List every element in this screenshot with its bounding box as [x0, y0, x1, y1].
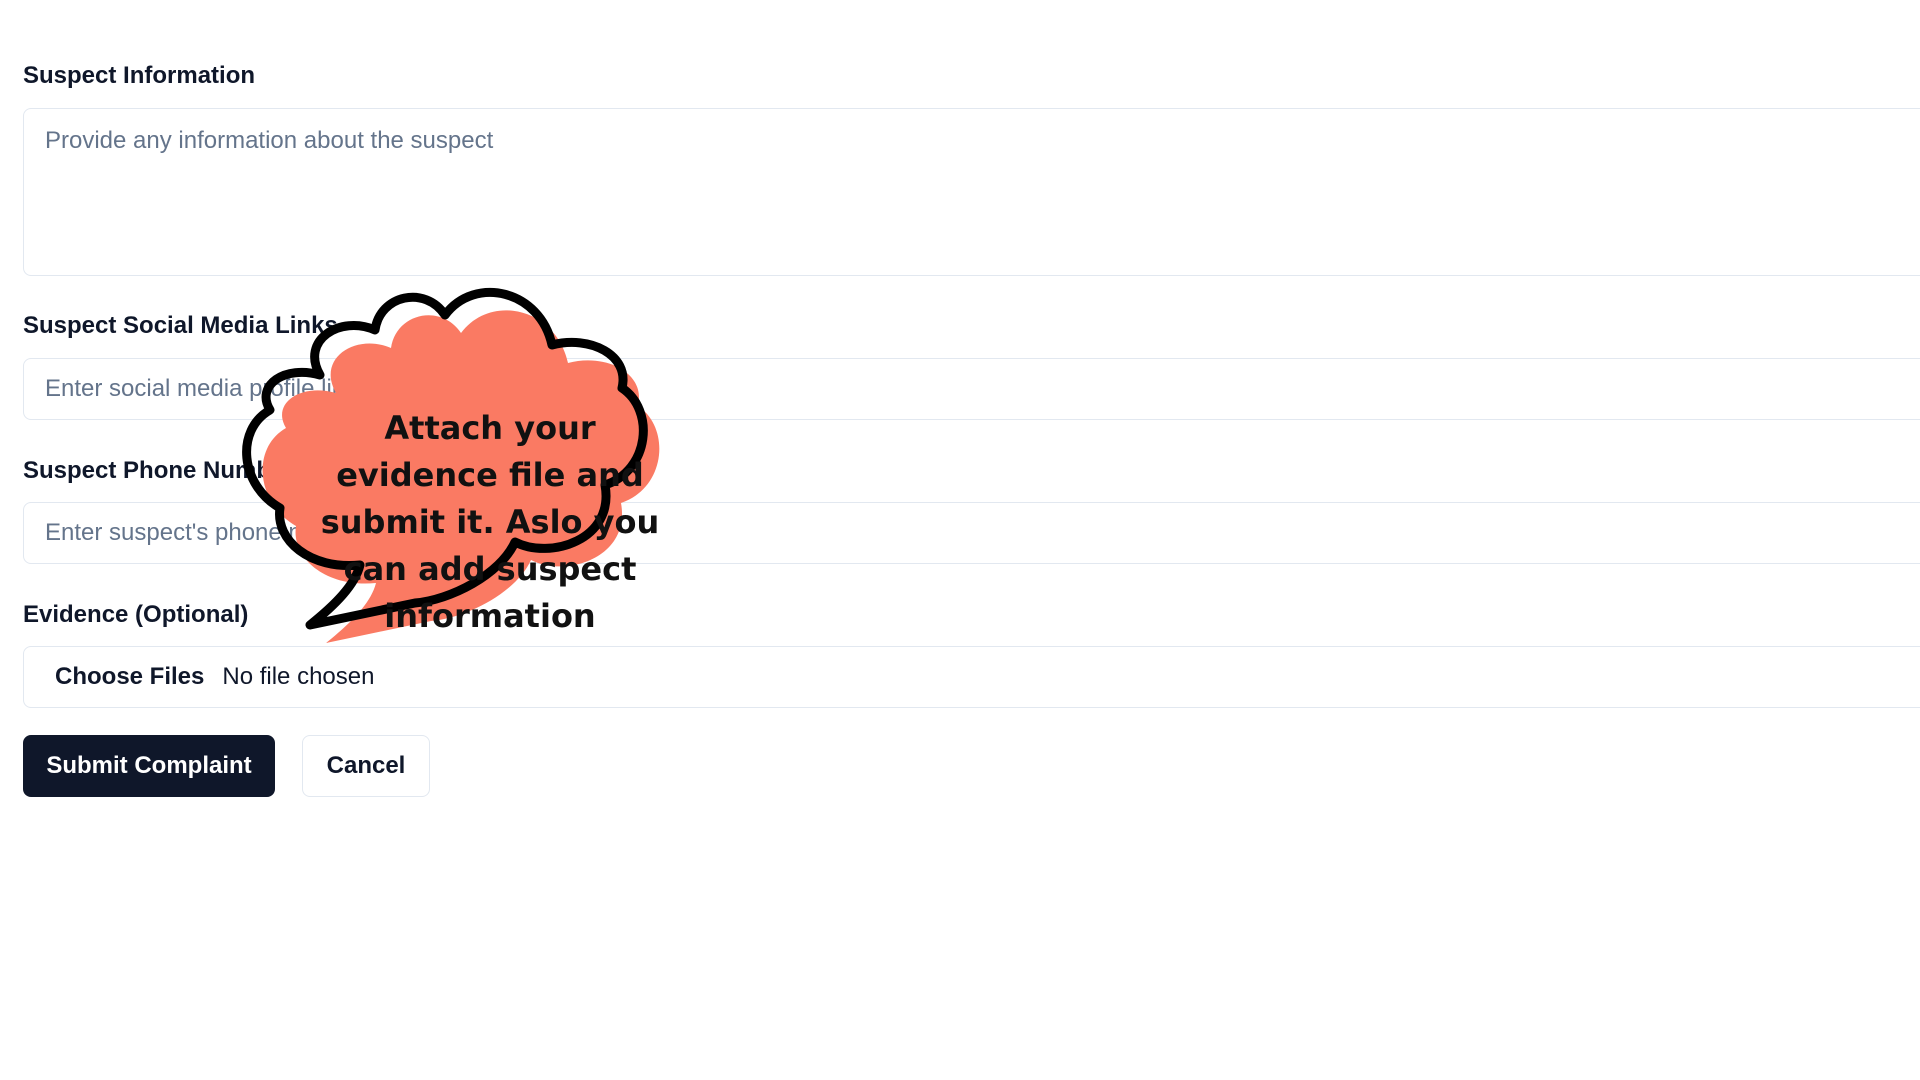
- speech-bubble-callout: Attach your evidence file and submit it.…: [230, 280, 790, 750]
- choose-files-button[interactable]: Choose Files: [55, 663, 204, 691]
- suspect-info-label: Suspect Information: [23, 62, 256, 89]
- evidence-label: Evidence (Optional): [23, 601, 249, 628]
- callout-text: Attach your evidence file and submit it.…: [320, 409, 660, 635]
- suspect-info-textarea[interactable]: [23, 108, 1920, 276]
